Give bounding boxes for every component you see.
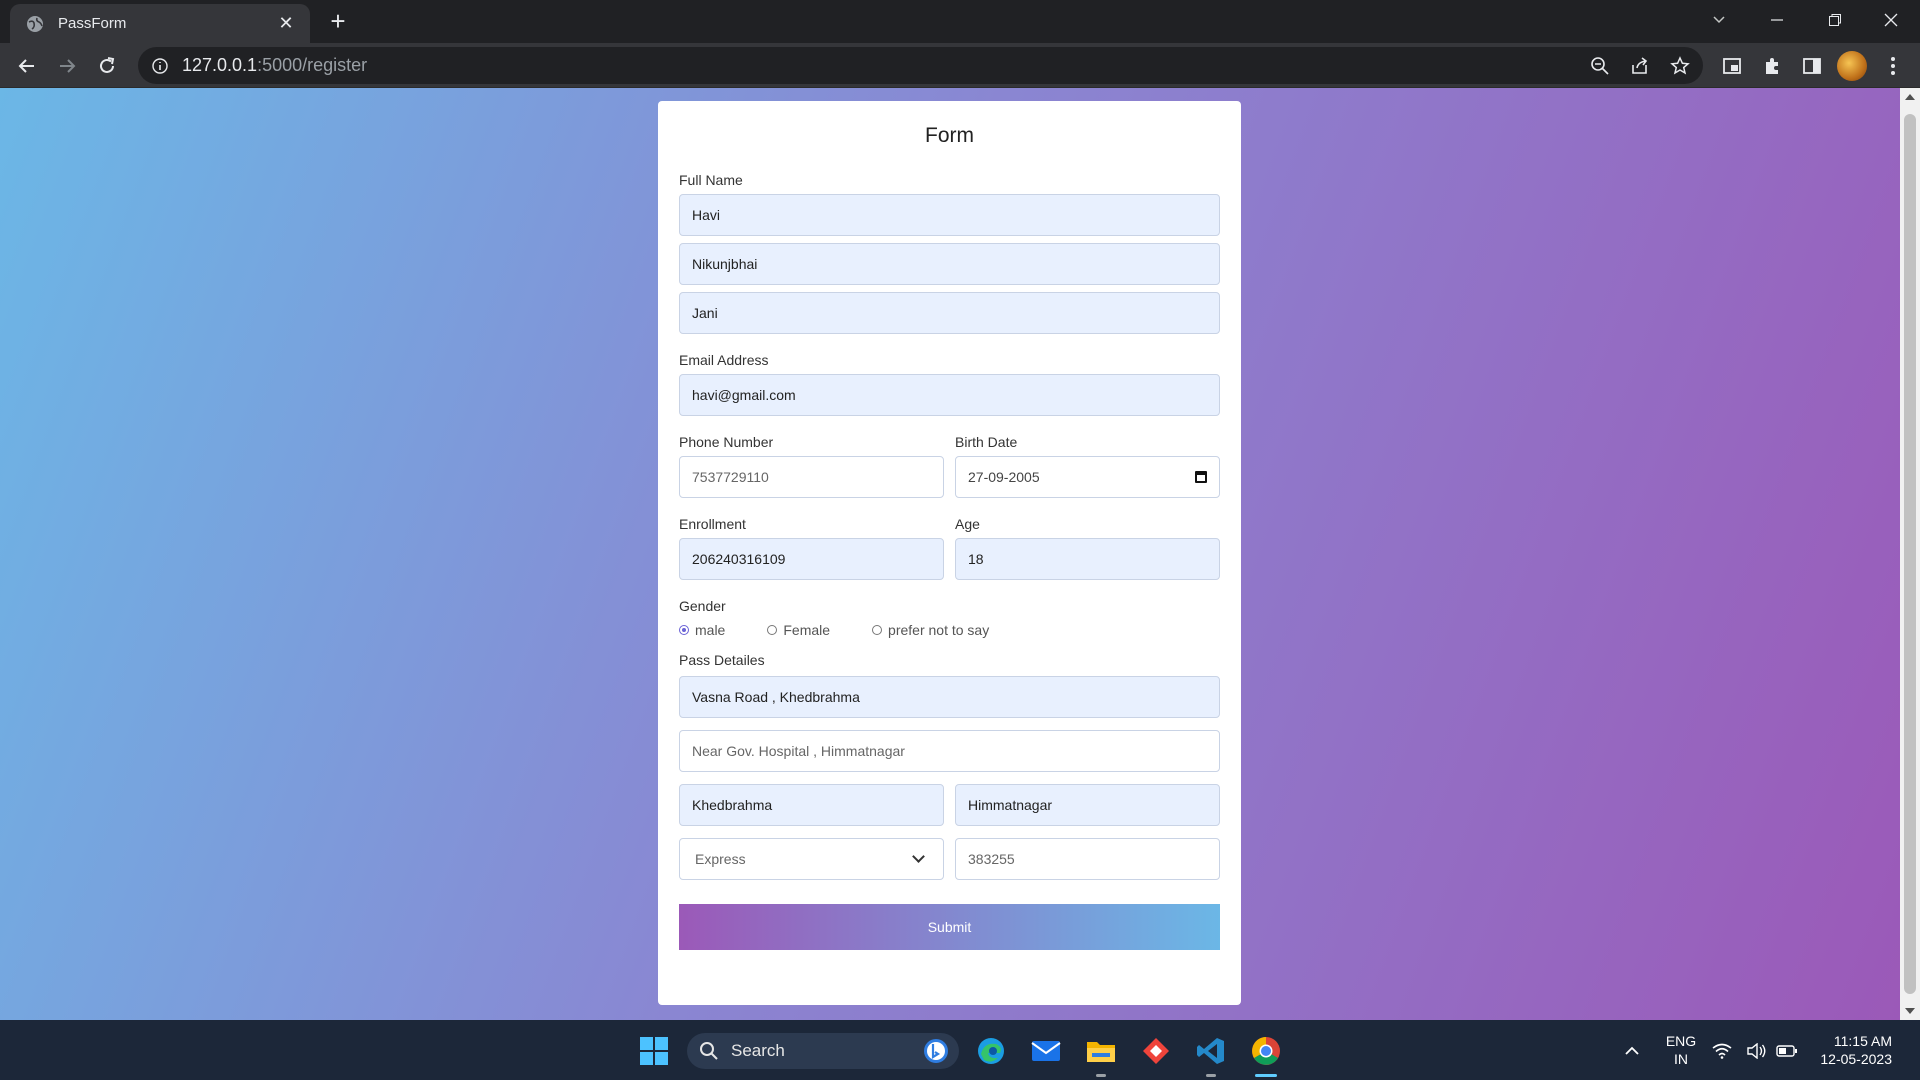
bing-icon[interactable]	[923, 1038, 949, 1064]
radio-icon	[767, 625, 778, 635]
chrome-icon[interactable]	[1249, 1034, 1283, 1068]
enrollment-input[interactable]: 206240316109	[679, 538, 944, 580]
radio-icon	[872, 625, 883, 635]
clock-time: 11:15 AM	[1833, 1033, 1892, 1049]
pass-details-label: Pass Detailes	[679, 652, 765, 668]
more-menu-icon[interactable]	[1876, 49, 1910, 83]
side-panel-icon[interactable]	[1795, 49, 1829, 83]
chevron-down-icon	[912, 850, 925, 863]
middle-name-input[interactable]: Nikunjbhai	[679, 243, 1220, 285]
calendar-icon[interactable]	[1195, 471, 1207, 483]
tab-title: PassForm	[58, 15, 127, 32]
tab-strip: PassForm ✕ +	[0, 0, 1920, 43]
scrollbar-thumb[interactable]	[1904, 114, 1916, 994]
close-tab-icon[interactable]: ✕	[276, 13, 296, 34]
radio-selected-icon	[679, 625, 689, 635]
search-icon	[700, 1042, 718, 1060]
scroll-up-icon[interactable]	[1905, 94, 1915, 100]
birth-date-label: Birth Date	[955, 434, 1018, 450]
scroll-down-icon[interactable]	[1905, 1008, 1915, 1014]
birth-date-input[interactable]: 27-09-2005	[955, 456, 1220, 498]
gender-radio-group: male Female prefer not to say	[679, 622, 1220, 638]
running-indicator	[1096, 1074, 1106, 1077]
gender-radio-male[interactable]: male	[679, 622, 725, 638]
tab-passform[interactable]: PassForm ✕	[10, 4, 310, 43]
vscode-icon[interactable]	[1194, 1034, 1228, 1068]
age-label: Age	[955, 516, 980, 532]
pincode-input[interactable]: 383255	[955, 838, 1220, 880]
form-card: Form Full Name Havi Nikunjbhai Jani Emai…	[658, 101, 1241, 1005]
full-name-label: Full Name	[679, 172, 743, 188]
back-button[interactable]	[10, 49, 44, 83]
address-line1-input[interactable]: Vasna Road , Khedbrahma	[679, 676, 1220, 718]
info-icon[interactable]	[152, 57, 168, 74]
wifi-icon[interactable]	[1710, 1034, 1734, 1068]
gender-radio-prefer-not[interactable]: prefer not to say	[872, 622, 989, 638]
first-name-input[interactable]: Havi	[679, 194, 1220, 236]
active-indicator	[1255, 1074, 1277, 1077]
last-name-input[interactable]: Jani	[679, 292, 1220, 334]
clock-date: 12-05-2023	[1820, 1051, 1892, 1067]
form-title: Form	[925, 124, 974, 147]
phone-input[interactable]: 7537729110	[679, 456, 944, 498]
chevron-up-icon[interactable]	[1615, 1034, 1649, 1068]
from-city-input[interactable]: Khedbrahma	[679, 784, 944, 826]
mail-icon[interactable]	[1029, 1034, 1063, 1068]
cast-icon[interactable]	[1715, 49, 1749, 83]
pass-type-value: Express	[695, 851, 746, 867]
zoom-icon[interactable]	[1590, 56, 1610, 76]
forward-button[interactable]	[50, 49, 84, 83]
clock[interactable]: 11:15 AM 12-05-2023	[1812, 1032, 1892, 1068]
enrollment-label: Enrollment	[679, 516, 746, 532]
share-icon[interactable]	[1630, 56, 1650, 76]
windows-taskbar: Search ENG IN 11:15 AM 12-05-2023	[0, 1020, 1920, 1080]
pass-type-select[interactable]: Express	[679, 838, 944, 880]
page-viewport: Form Full Name Havi Nikunjbhai Jani Emai…	[0, 88, 1900, 1020]
bookmark-star-icon[interactable]	[1670, 55, 1690, 76]
address-bar[interactable]: 127.0.0.1:5000/register	[138, 47, 1703, 84]
age-input[interactable]: 18	[955, 538, 1220, 580]
running-indicator	[1206, 1074, 1216, 1077]
url-path: :5000/register	[257, 55, 368, 75]
close-window-button[interactable]	[1862, 0, 1920, 40]
search-label: Search	[731, 1041, 785, 1060]
email-label: Email Address	[679, 352, 769, 368]
volume-icon[interactable]	[1745, 1034, 1769, 1068]
email-input[interactable]: havi@gmail.com	[679, 374, 1220, 416]
taskbar-search[interactable]: Search	[687, 1033, 959, 1069]
address-line2-input[interactable]: Near Gov. Hospital , Himmatnagar	[679, 730, 1220, 772]
globe-icon	[27, 15, 43, 32]
anydesk-icon[interactable]	[1139, 1034, 1173, 1068]
windows-start-icon[interactable]	[637, 1034, 671, 1068]
browser-toolbar: 127.0.0.1:5000/register	[0, 43, 1920, 88]
url-host: 127.0.0.1	[182, 55, 258, 75]
gender-label: Gender	[679, 598, 726, 614]
new-tab-button[interactable]: +	[324, 8, 352, 36]
page-scrollbar[interactable]	[1900, 88, 1920, 1020]
reload-button[interactable]	[90, 49, 124, 83]
file-explorer-icon[interactable]	[1084, 1034, 1118, 1068]
to-city-input[interactable]: Himmatnagar	[955, 784, 1220, 826]
birth-date-value: 27-09-2005	[968, 469, 1040, 485]
tab-search-icon[interactable]	[1690, 0, 1748, 40]
gender-radio-female[interactable]: Female	[767, 622, 830, 638]
edge-browser-icon[interactable]	[974, 1034, 1008, 1068]
submit-button[interactable]: Submit	[679, 904, 1220, 950]
profile-avatar[interactable]	[1837, 51, 1867, 81]
extensions-icon[interactable]	[1755, 49, 1789, 83]
minimize-button[interactable]	[1748, 0, 1806, 40]
battery-icon[interactable]	[1775, 1034, 1799, 1068]
phone-label: Phone Number	[679, 434, 774, 450]
language-indicator[interactable]: ENG IN	[1660, 1032, 1702, 1068]
restore-button[interactable]	[1806, 0, 1864, 40]
